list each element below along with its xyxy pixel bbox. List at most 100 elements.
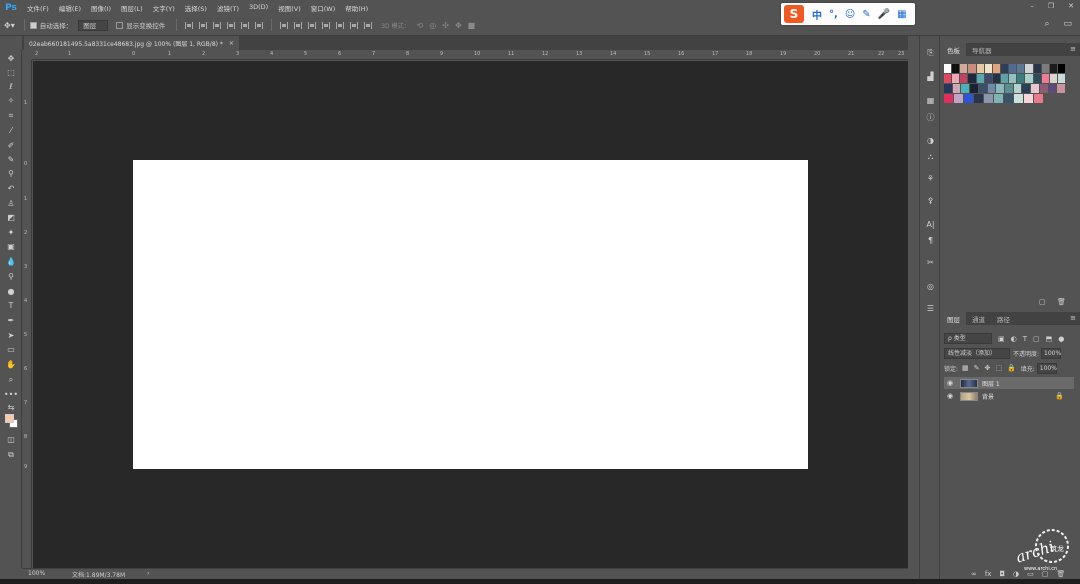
close-icon[interactable]: × <box>229 40 234 47</box>
distribute-vcenter-icon[interactable] <box>294 21 303 29</box>
tab-navigator[interactable]: 导航器 <box>966 43 998 56</box>
sogou-logo[interactable]: S <box>784 5 804 23</box>
dodge-tool-icon[interactable]: ⚲ <box>0 272 22 281</box>
slide-3d-icon[interactable]: ✥ <box>452 21 465 30</box>
fx-button[interactable]: fx <box>985 570 992 578</box>
align-top-icon[interactable] <box>185 21 194 29</box>
type-tool-icon[interactable]: T <box>0 301 22 310</box>
lock-artboard-icon[interactable]: ⬚ <box>995 364 1002 372</box>
color-swatch[interactable] <box>964 94 973 103</box>
history-panel-icon[interactable]: ⎘ <box>920 48 941 58</box>
brushes-panel-icon[interactable]: ⚘ <box>920 174 941 183</box>
color-swatch[interactable] <box>1033 64 1041 73</box>
status-menu-arrow[interactable]: › <box>147 570 149 577</box>
color-swatch[interactable] <box>968 64 976 73</box>
info-panel-icon[interactable]: ⓘ <box>920 112 941 123</box>
eye-icon[interactable]: ◉ <box>944 392 956 400</box>
color-swatch[interactable] <box>1017 74 1025 83</box>
color-swatch[interactable] <box>976 74 984 83</box>
clone-source-panel-icon[interactable]: ⚴ <box>920 196 941 205</box>
tool-presets-panel-icon[interactable]: ✂ <box>920 258 941 267</box>
color-swatch[interactable] <box>1014 94 1023 103</box>
histogram-panel-icon[interactable]: ▟ <box>920 72 941 81</box>
eraser-tool-icon[interactable]: ◩ <box>0 213 22 222</box>
path-select-tool-icon[interactable]: ➤ <box>0 331 22 340</box>
menu-file[interactable]: 文件(F) <box>22 3 54 13</box>
background-eraser-tool-icon[interactable]: ✦ <box>0 228 22 237</box>
menu-filter[interactable]: 滤镜(T) <box>212 3 244 13</box>
menu-help[interactable]: 帮助(H) <box>340 3 373 13</box>
lasso-tool-icon[interactable]: ℓ <box>0 82 22 91</box>
screen-mode-icon[interactable]: ⧉ <box>0 450 22 460</box>
auto-select-dropdown[interactable]: 图层 <box>78 19 109 31</box>
ime-handwrite-icon[interactable]: ✎ <box>862 9 870 20</box>
panel-menu-icon[interactable]: ≡ <box>1070 45 1076 53</box>
zoom-level[interactable]: 100% <box>28 570 45 577</box>
character-panel-icon[interactable]: A| <box>920 220 941 229</box>
color-swatch[interactable] <box>1013 84 1022 93</box>
color-swatch[interactable] <box>1000 64 1009 73</box>
menu-3d[interactable]: 3D(D) <box>244 3 273 13</box>
filter-adjust-icon[interactable]: ◐ <box>1011 335 1017 343</box>
distribute-left-icon[interactable] <box>322 21 331 29</box>
zoom-tool-icon[interactable]: ⌕ <box>0 375 22 385</box>
add-mask-icon[interactable]: ◘ <box>999 570 1005 578</box>
blend-mode-dropdown[interactable]: 线性减淡（添加） <box>944 347 1010 359</box>
color-swatch[interactable] <box>1049 64 1057 73</box>
color-swatch[interactable] <box>1041 74 1049 83</box>
styles-panel-icon[interactable]: ⛬ <box>920 152 941 162</box>
delete-swatch-icon[interactable]: 🗑 <box>1057 298 1066 306</box>
eyedropper-tool-icon[interactable]: ⁄ <box>0 126 22 135</box>
color-swatch[interactable] <box>952 74 960 83</box>
distribute-bottom-icon[interactable] <box>308 21 317 29</box>
tab-paths[interactable]: 路径 <box>991 312 1016 325</box>
lock-pixels-icon[interactable]: ✎ <box>974 364 980 372</box>
color-swatch[interactable] <box>960 64 968 73</box>
layer-comps-panel-icon[interactable]: ▦ <box>920 96 941 105</box>
tab-swatches[interactable]: 色板 <box>941 43 966 56</box>
color-swatch[interactable] <box>1005 84 1013 93</box>
layer-filter-dropdown[interactable]: ρ 类型 <box>944 333 992 344</box>
distribute-hcenter-icon[interactable] <box>336 21 345 29</box>
color-swatch[interactable] <box>987 84 996 93</box>
filter-type-icon[interactable]: T <box>1023 335 1027 343</box>
brush-tool-icon[interactable]: ✎ <box>0 155 22 164</box>
color-swatch[interactable] <box>1057 74 1066 83</box>
color-swatch[interactable] <box>944 84 952 93</box>
ime-punctuation-toggle[interactable]: °, <box>829 9 838 20</box>
color-swatch[interactable] <box>976 64 984 73</box>
healing-brush-tool-icon[interactable]: ✐ <box>0 141 22 150</box>
swap-colors-icon[interactable]: ⇆ <box>0 403 22 412</box>
color-swatch[interactable] <box>1041 64 1049 73</box>
menu-image[interactable]: 图像(I) <box>86 3 116 13</box>
rotate-3d-icon[interactable]: ⟲ <box>414 21 427 30</box>
scale-3d-icon[interactable]: ■ <box>465 21 479 30</box>
color-swatch[interactable] <box>952 84 961 93</box>
layer-row[interactable]: ◉ 背景 🔒 <box>944 390 1074 402</box>
properties-panel-icon[interactable]: ☰ <box>920 304 941 313</box>
marquee-tool-icon[interactable]: ⬚ <box>0 68 22 77</box>
filter-toggle-icon[interactable]: ● <box>1058 335 1064 343</box>
lock-position-icon[interactable]: ✥ <box>985 364 991 372</box>
workspace-icon[interactable]: ▭ <box>1063 19 1072 29</box>
color-swatch[interactable] <box>992 74 1000 83</box>
gradient-tool-icon[interactable]: ▣ <box>0 242 22 251</box>
color-swatch[interactable] <box>1048 84 1057 93</box>
document-canvas[interactable] <box>133 160 808 469</box>
color-swatch[interactable] <box>984 74 992 83</box>
align-hcenter-icon[interactable] <box>241 21 250 29</box>
crop-tool-icon[interactable]: ⌗ <box>0 111 22 121</box>
filter-pixel-icon[interactable]: ▣ <box>998 335 1005 343</box>
more-tools-icon[interactable]: ••• <box>0 390 22 399</box>
align-right-icon[interactable] <box>255 21 264 29</box>
show-transform-checkbox[interactable] <box>116 21 124 29</box>
adjustments-panel-icon[interactable]: ◑ <box>920 136 941 145</box>
color-swatch[interactable] <box>1049 74 1057 83</box>
color-swatch[interactable] <box>944 74 952 83</box>
lock-transparent-icon[interactable]: ▦ <box>962 364 969 372</box>
restore-button[interactable]: ❐ <box>1048 2 1054 10</box>
color-swatch[interactable] <box>984 64 992 73</box>
distribute-top-icon[interactable] <box>280 21 289 29</box>
color-swatch[interactable] <box>984 94 993 103</box>
color-swatch[interactable] <box>960 74 968 83</box>
